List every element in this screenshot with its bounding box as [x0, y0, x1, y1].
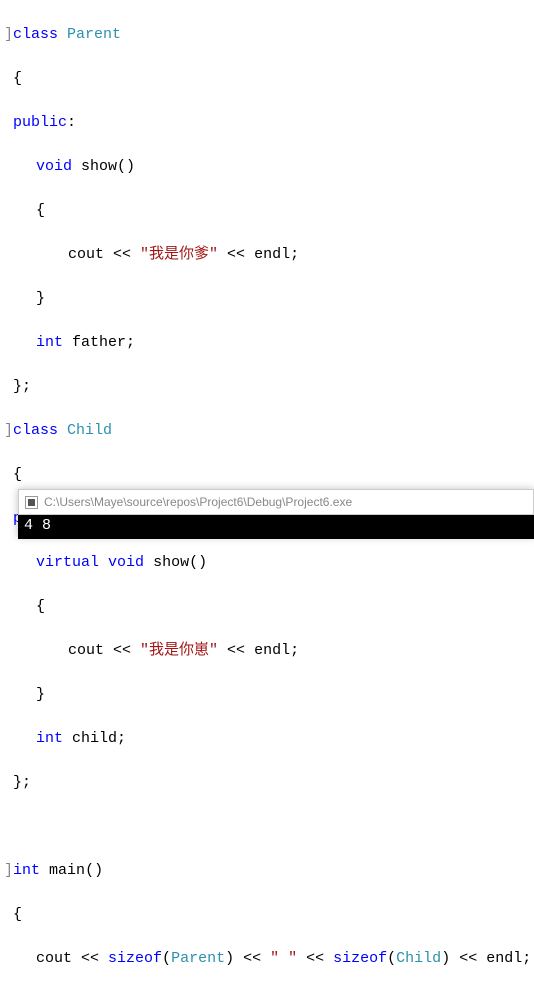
semicolon: ;: [290, 642, 299, 659]
console-output: 4 8: [18, 515, 534, 539]
console-icon: [25, 496, 38, 509]
code-line: cout << "我是你崽" << endl;: [4, 640, 534, 662]
code-line: int child;: [4, 728, 534, 750]
keyword-int: int: [13, 862, 40, 879]
brace-close-semi: };: [13, 378, 31, 395]
code-line: {: [4, 464, 534, 486]
fold-bracket: ]: [4, 862, 13, 879]
console-titlebar[interactable]: C:\Users\Maye\source\repos\Project6\Debu…: [18, 489, 534, 515]
brace-close: }: [36, 290, 45, 307]
code-line: {: [4, 200, 534, 222]
rparen: ): [225, 950, 234, 967]
type-child: Child: [396, 950, 441, 967]
code-line: ]class Child: [4, 420, 534, 442]
ident-show: show: [153, 554, 189, 571]
code-line: int father;: [4, 332, 534, 354]
code-line: ]int main(): [4, 860, 534, 882]
code-line: cout << "我是你爹" << endl;: [4, 244, 534, 266]
semicolon: ;: [522, 950, 531, 967]
semicolon: ;: [290, 246, 299, 263]
code-line: }: [4, 288, 534, 310]
lparen: (: [387, 950, 396, 967]
operator-insert: <<: [218, 642, 254, 659]
code-line: }: [4, 684, 534, 706]
keyword-sizeof: sizeof: [108, 950, 162, 967]
brace-close: }: [36, 686, 45, 703]
code-line: void show(): [4, 156, 534, 178]
keyword-int: int: [36, 730, 63, 747]
brace-open: {: [13, 466, 22, 483]
keyword-class: class: [13, 26, 58, 43]
lparen: (: [162, 950, 171, 967]
code-line: virtual void show(): [4, 552, 534, 574]
ident-child: child: [72, 730, 117, 747]
operator-insert: <<: [450, 950, 486, 967]
ident-cout: cout: [68, 246, 104, 263]
keyword-int: int: [36, 334, 63, 351]
code-line: {: [4, 596, 534, 618]
ident-cout: cout: [68, 642, 104, 659]
type-parent: Parent: [67, 26, 121, 43]
string-literal: "我是你爹": [140, 246, 218, 263]
console-title: C:\Users\Maye\source\repos\Project6\Debu…: [44, 495, 352, 509]
code-line: cout << sizeof(Parent) << " " << sizeof(…: [4, 948, 534, 970]
code-line: {: [4, 904, 534, 926]
brace-open: {: [13, 906, 22, 923]
fold-bracket: ]: [4, 26, 13, 43]
keyword-void: void: [108, 554, 144, 571]
type-parent: Parent: [171, 950, 225, 967]
operator-insert: <<: [104, 246, 140, 263]
rparen: ): [441, 950, 450, 967]
ident-endl: endl: [486, 950, 522, 967]
keyword-class: class: [13, 422, 58, 439]
ident-endl: endl: [254, 246, 290, 263]
fold-bracket: ]: [4, 422, 13, 439]
keyword-virtual: virtual: [36, 554, 99, 571]
colon: :: [67, 114, 76, 131]
code-line: [4, 816, 534, 838]
semicolon: ;: [117, 730, 126, 747]
code-line: {: [4, 68, 534, 90]
ident-endl: endl: [254, 642, 290, 659]
brace-close-semi: };: [13, 774, 31, 791]
code-line: public:: [4, 112, 534, 134]
keyword-public: public: [13, 114, 67, 131]
console-window: C:\Users\Maye\source\repos\Project6\Debu…: [18, 489, 534, 537]
operator-insert: <<: [297, 950, 333, 967]
ident-show: show: [81, 158, 117, 175]
keyword-sizeof: sizeof: [333, 950, 387, 967]
ident-father: father: [72, 334, 126, 351]
keyword-void: void: [36, 158, 72, 175]
parens: (): [85, 862, 103, 879]
brace-open: {: [36, 598, 45, 615]
parens: (): [189, 554, 207, 571]
operator-insert: <<: [234, 950, 270, 967]
code-line: };: [4, 376, 534, 398]
brace-open: {: [36, 202, 45, 219]
type-child: Child: [67, 422, 112, 439]
operator-insert: <<: [218, 246, 254, 263]
code-line: };: [4, 772, 534, 794]
brace-open: {: [13, 70, 22, 87]
string-literal: " ": [270, 950, 297, 967]
ident-main: main: [49, 862, 85, 879]
parens: (): [117, 158, 135, 175]
semicolon: ;: [126, 334, 135, 351]
code-line: ]class Parent: [4, 24, 534, 46]
ident-cout: cout: [36, 950, 72, 967]
string-literal: "我是你崽": [140, 642, 218, 659]
operator-insert: <<: [72, 950, 108, 967]
operator-insert: <<: [104, 642, 140, 659]
